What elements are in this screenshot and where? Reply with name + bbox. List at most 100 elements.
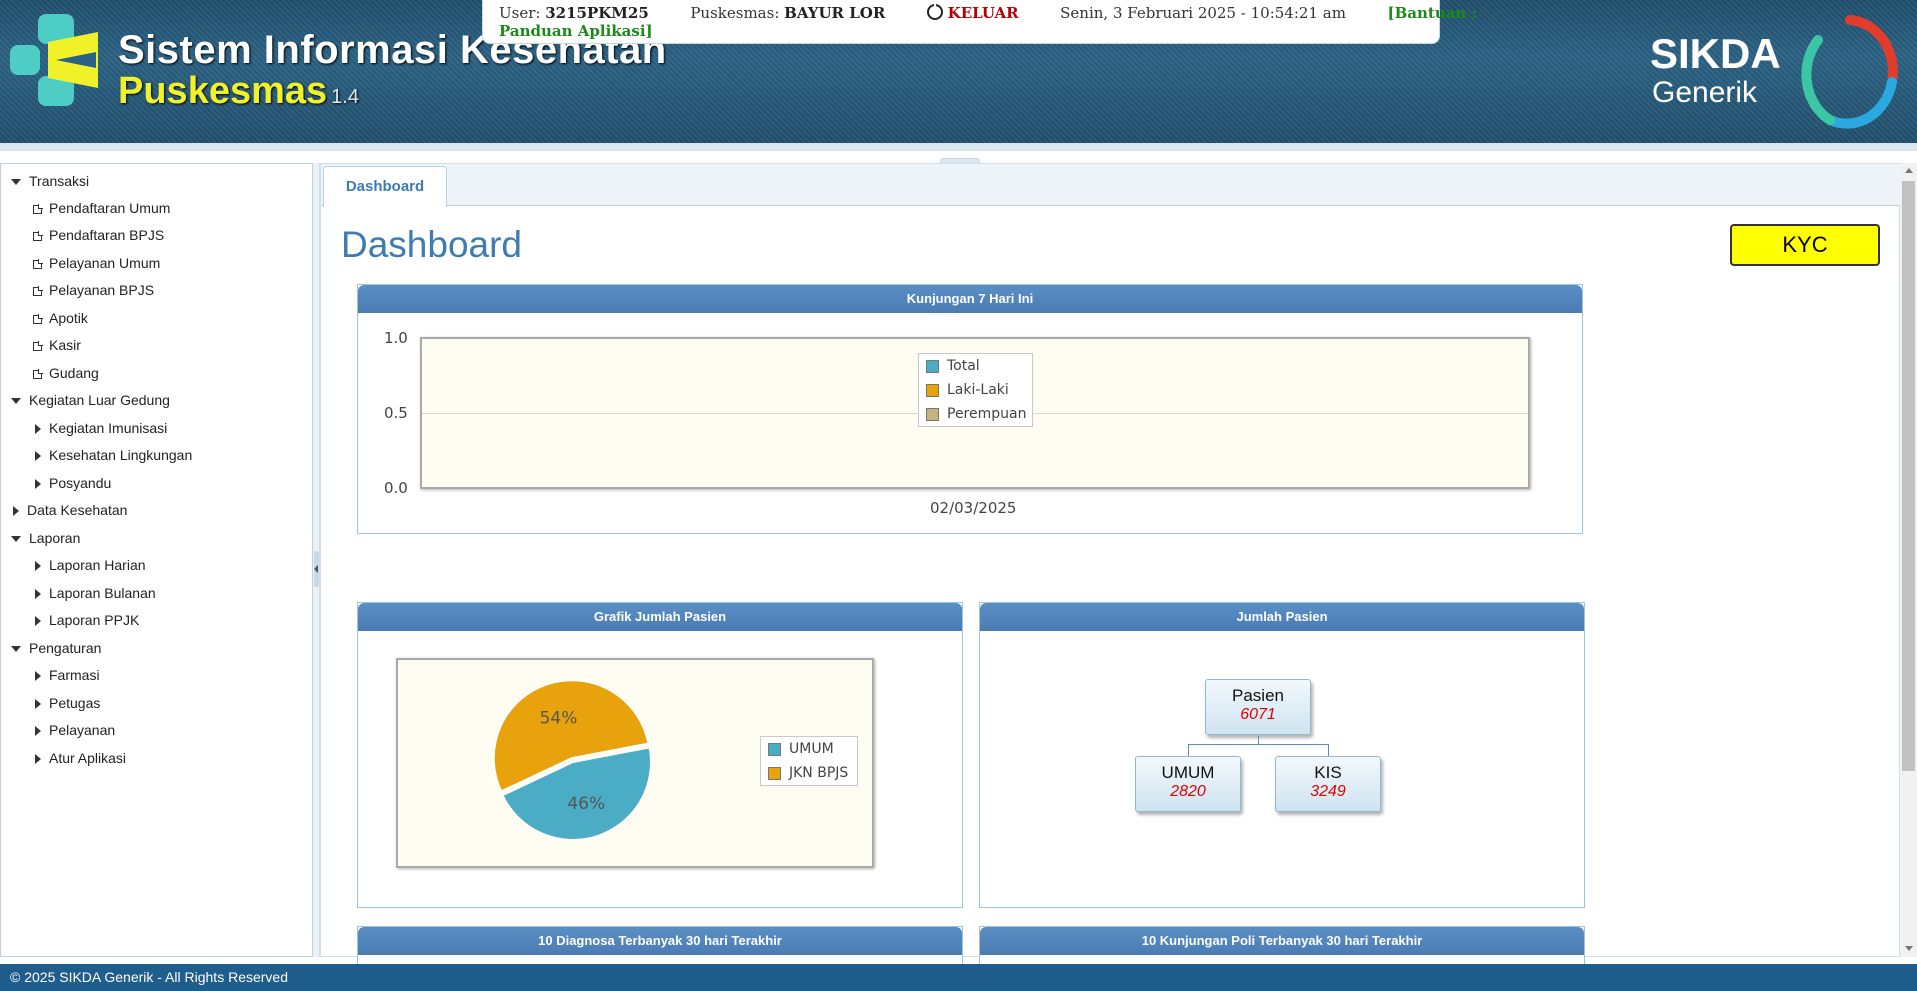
menu-item-label: Posyandu [49, 475, 112, 491]
y-tick: 0.5 [384, 404, 408, 422]
org-connector [1188, 744, 1189, 756]
node-name: Pasien [1232, 686, 1284, 705]
menu-item-laporan-bulanan[interactable]: Laporan Bulanan [35, 584, 156, 602]
menu-item-label: Pendaftaran Umum [49, 200, 171, 216]
app-subtitle-text: Puskesmas [118, 70, 328, 112]
menu-leaf-icon [33, 203, 43, 214]
menu-item-kesehatan-lingkungan[interactable]: Kesehatan Lingkungan [35, 446, 192, 464]
legend-item-perempuan: Perempuan [919, 402, 1032, 426]
menu-group-transaksi[interactable]: Transaksi [11, 172, 89, 190]
scroll-up-icon[interactable] [1905, 168, 1913, 173]
collapsed-arrow-icon[interactable] [35, 561, 41, 572]
collapsed-arrow-icon[interactable] [35, 671, 41, 682]
menu-leaf-icon [33, 313, 43, 324]
datetime-text: Senin, 3 Februari 2025 - 10:54:21 am [1060, 4, 1346, 22]
menu-leaf-icon [33, 258, 43, 269]
menu-item-label: Laporan Harian [49, 557, 146, 573]
menu-item-label: Kesehatan Lingkungan [49, 447, 193, 463]
panel-title: Kunjungan 7 Hari Ini [358, 285, 1582, 313]
pie-legend: UMUM JKN BPJS [760, 736, 858, 786]
power-icon[interactable] [926, 2, 943, 20]
menu-item-pendaftaran-bpjs[interactable]: Pendaftaran BPJS [33, 226, 164, 244]
menu-item-petugas[interactable]: Petugas [35, 694, 100, 712]
menu-group-pengaturan[interactable]: Pengaturan [11, 639, 101, 657]
scroll-thumb[interactable] [1902, 181, 1915, 771]
legend-swatch [768, 767, 781, 780]
collapse-sidebar-icon[interactable] [314, 551, 319, 587]
kyc-button[interactable]: KYC [1730, 224, 1880, 266]
sidebar-splitter[interactable] [313, 163, 320, 957]
menu-leaf-icon [33, 230, 43, 241]
panel-kunjungan-poli: 10 Kunjungan Poli Terbanyak 30 hari Tera… [979, 926, 1585, 966]
menu-item-laporan-ppjk[interactable]: Laporan PPJK [35, 611, 139, 629]
user-label: User: [499, 4, 541, 22]
top-info-bar: User: 3215PKM25 Puskesmas: BAYUR LOR KEL… [482, 0, 1477, 44]
menu-item-label: Pelayanan Umum [49, 255, 161, 271]
menu-item-label: Kasir [49, 337, 81, 353]
menu-item-atur-aplikasi[interactable]: Atur Aplikasi [35, 749, 126, 767]
vertical-scrollbar[interactable] [1900, 163, 1917, 957]
scroll-down-icon[interactable] [1905, 946, 1913, 951]
node-value: 2820 [1170, 783, 1206, 800]
menu-item-gudang[interactable]: Gudang [33, 364, 99, 382]
menu-group-laporan[interactable]: Laporan [11, 529, 80, 547]
menu-item-label: Laporan Bulanan [49, 585, 156, 601]
pie-label: 54% [540, 708, 578, 728]
menu-group-data-kesehatan[interactable]: Data Kesehatan [13, 501, 127, 519]
puskesmas-label: Puskesmas: [690, 4, 780, 22]
menu-item-posyandu[interactable]: Posyandu [35, 474, 111, 492]
brand-name: SIKDA [1650, 30, 1781, 77]
menu-item-label: Atur Aplikasi [49, 750, 127, 766]
collapsed-arrow-icon[interactable] [35, 616, 41, 627]
node-value: 3249 [1310, 783, 1346, 800]
expand-arrow-icon[interactable] [11, 646, 21, 653]
expand-arrow-icon[interactable] [11, 398, 21, 405]
menu-item-kasir[interactable]: Kasir [33, 336, 81, 354]
tab-dashboard[interactable]: Dashboard [323, 166, 447, 207]
help-link-2[interactable]: Panduan Aplikasi] [499, 22, 653, 40]
legend-swatch [768, 743, 781, 756]
menu-item-pendaftaran-umum[interactable]: Pendaftaran Umum [33, 199, 170, 217]
user-value: 3215PKM25 [545, 4, 649, 22]
puskesmas-value: BAYUR LOR [784, 4, 886, 22]
menu-item-label: Pendaftaran BPJS [49, 227, 165, 243]
org-connector [1328, 744, 1329, 756]
panel-title: 10 Kunjungan Poli Terbanyak 30 hari Tera… [980, 927, 1584, 955]
panel-kunjungan: Kunjungan 7 Hari Ini 1.0 0.5 0.0 02/03/2… [357, 284, 1583, 534]
tab-bar: Dashboard [321, 164, 1901, 207]
collapsed-arrow-icon[interactable] [35, 754, 41, 765]
menu-item-farmasi[interactable]: Farmasi [35, 666, 100, 684]
collapsed-arrow-icon[interactable] [35, 479, 41, 490]
legend-swatch [926, 408, 939, 421]
collapsed-arrow-icon[interactable] [35, 699, 41, 710]
panel-title: Jumlah Pasien [980, 603, 1584, 631]
collapsed-arrow-icon[interactable] [35, 726, 41, 737]
menu-group-label: Transaksi [29, 173, 90, 189]
menu-item-pelayanan-umum[interactable]: Pelayanan Umum [33, 254, 160, 272]
y-tick: 0.0 [384, 479, 408, 497]
help-link[interactable]: [Bantuan : [1387, 4, 1477, 22]
menu-group-label: Laporan [29, 530, 81, 546]
expand-arrow-icon[interactable] [11, 179, 21, 186]
menu-item-kegiatan-imunisasi[interactable]: Kegiatan Imunisasi [35, 419, 167, 437]
menu-group-kegiatan-luar-gedung[interactable]: Kegiatan Luar Gedung [11, 391, 170, 409]
panel-title: Grafik Jumlah Pasien [358, 603, 962, 631]
x-tick: 02/03/2025 [930, 499, 1017, 517]
menu-item-laporan-harian[interactable]: Laporan Harian [35, 556, 146, 574]
info-row: User: 3215PKM25 Puskesmas: BAYUR LOR KEL… [499, 2, 1477, 22]
logout-link[interactable]: KELUAR [948, 4, 1019, 22]
collapsed-arrow-icon[interactable] [35, 424, 41, 435]
menu-item-pelayanan-bpjs[interactable]: Pelayanan BPJS [33, 281, 154, 299]
org-node-umum: UMUM 2820 [1135, 756, 1241, 812]
panel-diagnosa: 10 Diagnosa Terbanyak 30 hari Terakhir [357, 926, 963, 966]
menu-item-pelayanan[interactable]: Pelayanan [35, 721, 115, 739]
collapsed-arrow-icon[interactable] [35, 589, 41, 600]
legend-label: UMUM [789, 741, 834, 757]
collapsed-arrow-icon[interactable] [13, 506, 19, 517]
expand-arrow-icon[interactable] [11, 536, 21, 543]
node-name: UMUM [1161, 763, 1215, 782]
menu-item-label: Apotik [49, 310, 88, 326]
collapsed-arrow-icon[interactable] [35, 451, 41, 462]
page-title: Dashboard [341, 224, 523, 265]
menu-item-apotik[interactable]: Apotik [33, 309, 88, 327]
